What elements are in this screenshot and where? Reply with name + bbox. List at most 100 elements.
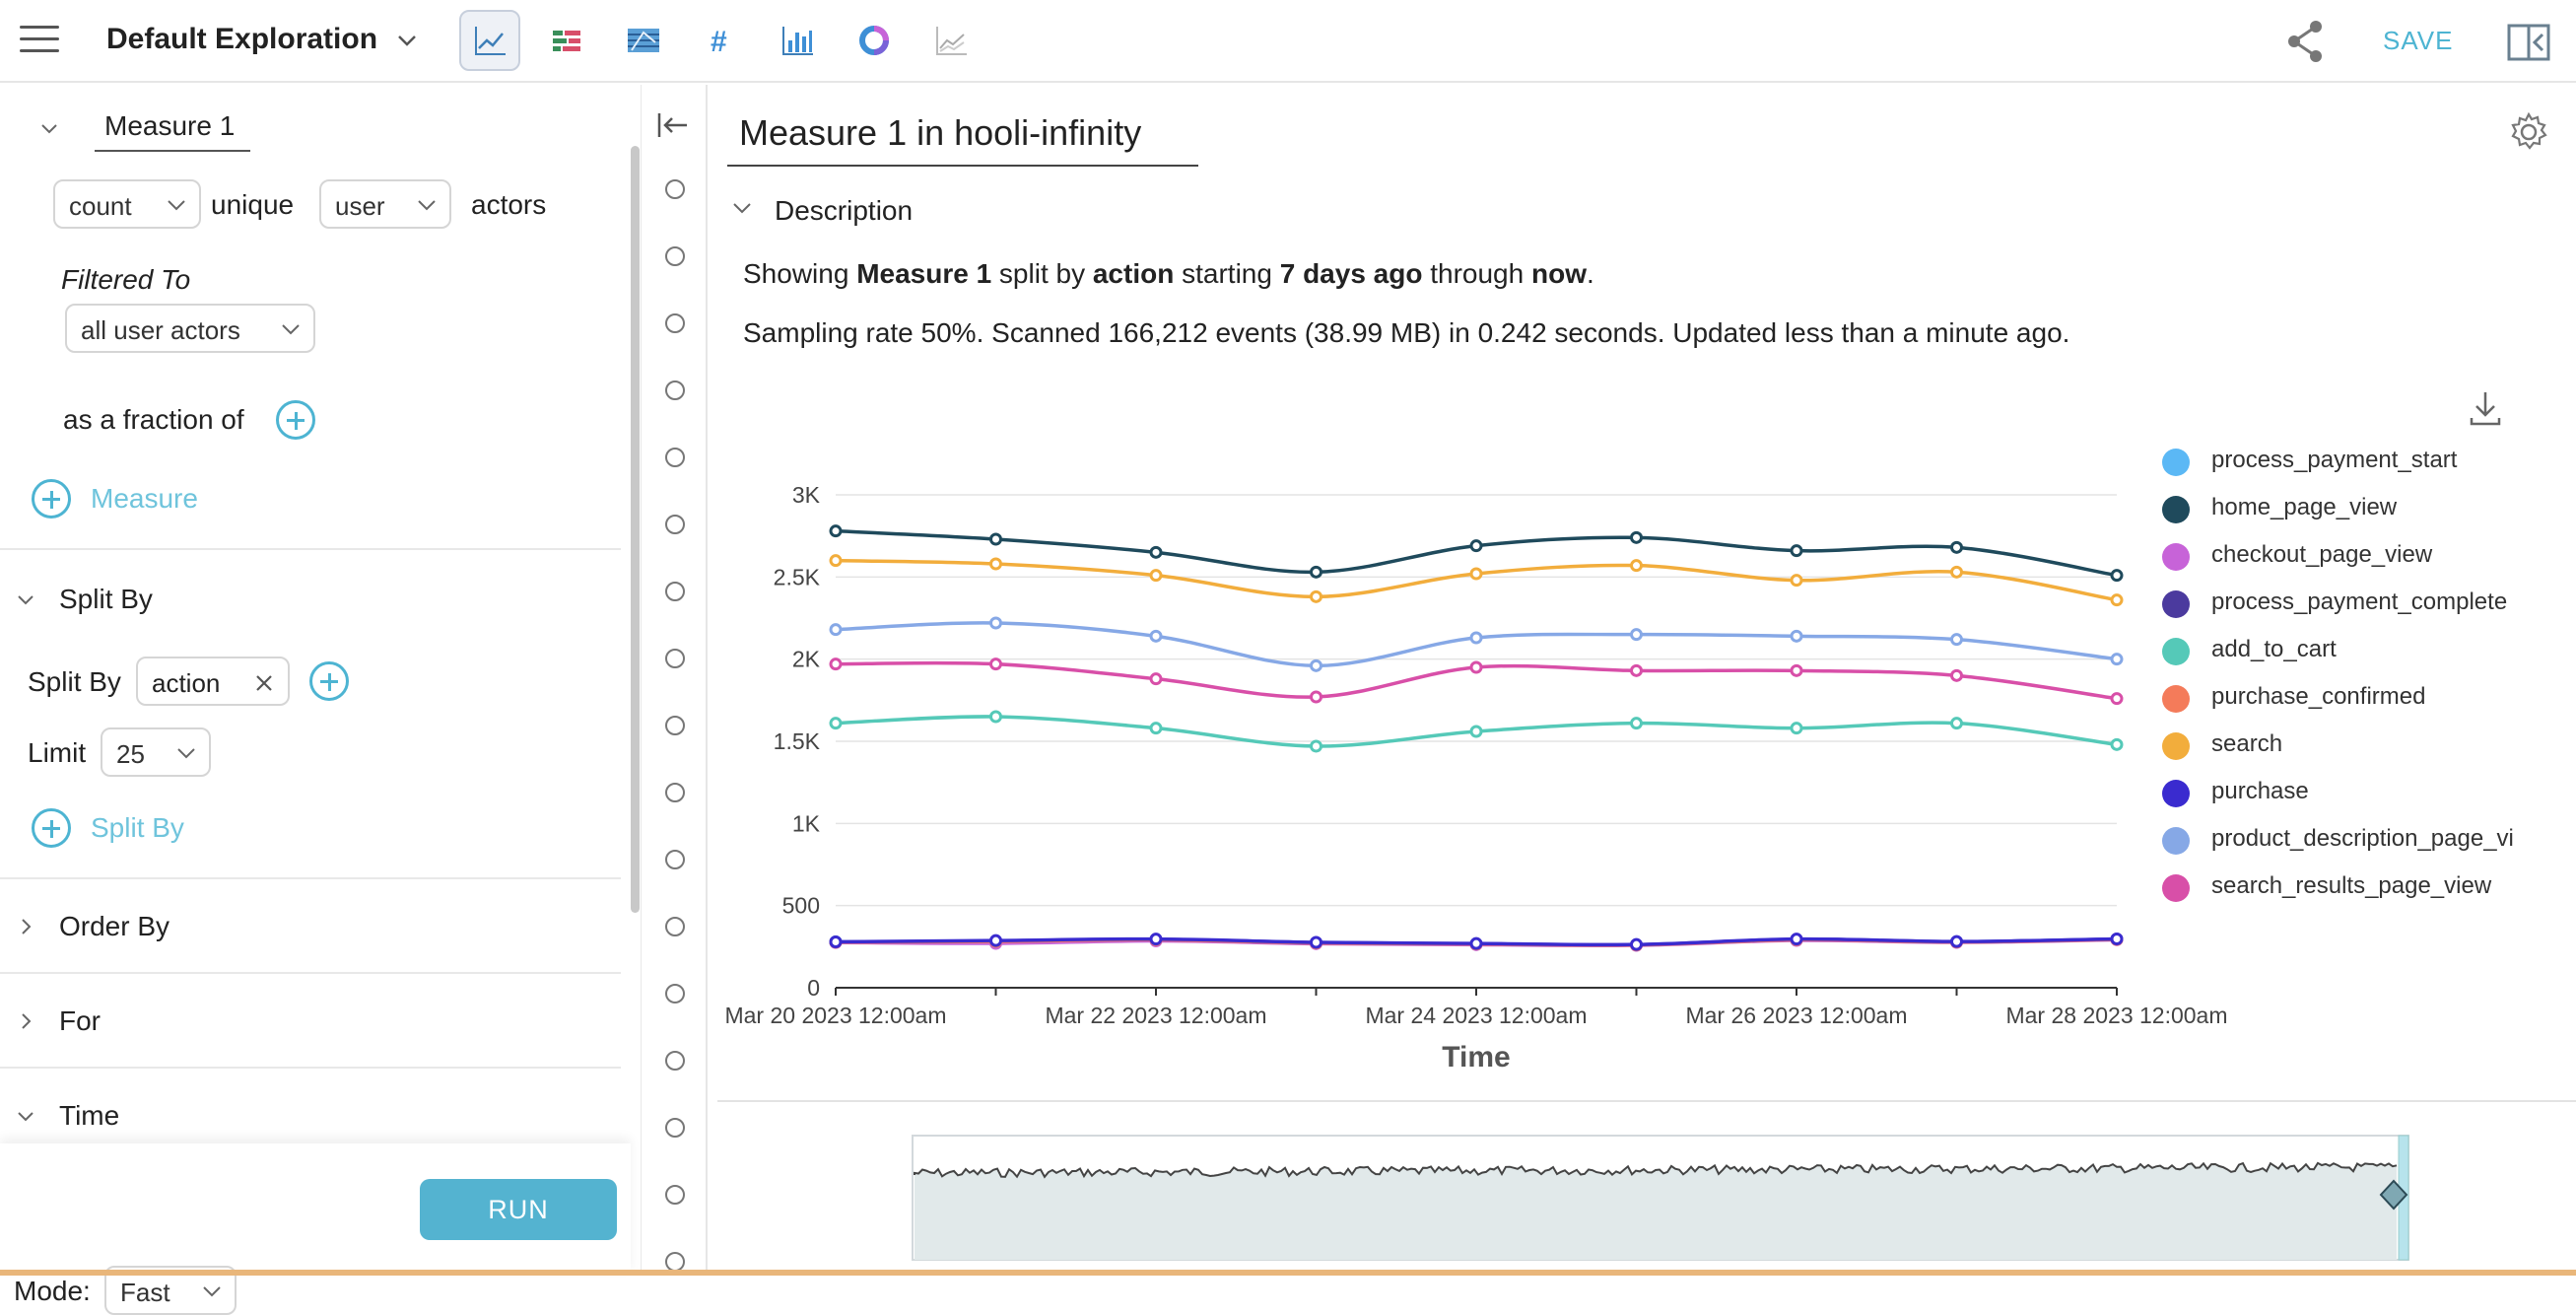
divider [0, 877, 621, 879]
step-marker[interactable] [665, 716, 685, 735]
heatmap-button[interactable] [613, 10, 674, 71]
legend-label: purchase_confirmed [2211, 683, 2426, 710]
step-marker[interactable] [665, 246, 685, 266]
donut-chart-button[interactable] [844, 10, 905, 71]
top-bar: Default Exploration # SAVE [0, 0, 2576, 83]
chevron-down-icon[interactable] [14, 1104, 37, 1128]
step-marker[interactable] [665, 783, 685, 802]
divider [0, 972, 621, 974]
actor-type-value: user [335, 191, 385, 221]
close-icon[interactable] [254, 673, 274, 693]
heatmap-icon [628, 29, 659, 52]
split-by-value: action [152, 668, 221, 698]
add-split-icon[interactable] [309, 661, 349, 701]
add-fraction-icon[interactable] [276, 400, 315, 440]
collapse-panel-icon[interactable] [655, 110, 691, 140]
step-marker[interactable] [665, 515, 685, 534]
left-panel-scrollbar[interactable] [631, 146, 640, 913]
step-marker[interactable] [665, 1252, 685, 1272]
bar-chart-button[interactable] [767, 10, 828, 71]
window-edge [0, 1270, 2576, 1276]
chevron-down-icon [418, 200, 436, 211]
step-marker[interactable] [665, 649, 685, 668]
step-marker[interactable] [665, 1185, 685, 1205]
bar-chart-icon [782, 27, 813, 55]
measure-name[interactable]: Measure 1 [104, 110, 235, 142]
step-marker[interactable] [665, 917, 685, 936]
download-icon[interactable] [2468, 388, 2503, 428]
step-marker[interactable] [665, 984, 685, 1004]
legend-swatch [2162, 543, 2190, 571]
chevron-down-icon [177, 748, 195, 759]
step-marker[interactable] [665, 448, 685, 467]
limit-label: Limit [28, 737, 87, 768]
filter-select[interactable]: all user actors [65, 304, 315, 353]
legend-swatch [2162, 827, 2190, 855]
save-button[interactable]: SAVE [2383, 26, 2453, 56]
step-rail [641, 85, 708, 1276]
split-by-section-header[interactable]: Split By [59, 584, 153, 615]
legend-label: checkout_page_view [2211, 541, 2433, 568]
step-marker[interactable] [665, 313, 685, 333]
step-marker[interactable] [665, 1118, 685, 1138]
chevron-right-icon[interactable] [14, 915, 37, 938]
sparkline-button[interactable] [920, 10, 982, 71]
limit-select[interactable]: 25 [101, 727, 211, 777]
legend-label: search_results_page_view [2211, 872, 2492, 899]
split-by-tag[interactable]: action [136, 657, 290, 706]
add-split-by-icon[interactable] [32, 808, 71, 848]
description-toggle[interactable]: Description [775, 195, 913, 227]
legend-swatch [2162, 449, 2190, 476]
panel-toggle-icon[interactable] [2507, 24, 2550, 61]
chevron-right-icon[interactable] [14, 1009, 37, 1033]
legend-label: product_description_page_vi [2211, 825, 2514, 852]
step-marker[interactable] [665, 850, 685, 869]
legend-swatch [2162, 590, 2190, 618]
donut-chart-icon [859, 26, 889, 55]
menu-icon[interactable] [18, 22, 61, 57]
add-measure-button[interactable]: Measure [91, 483, 198, 515]
for-section-header[interactable]: For [59, 1005, 101, 1037]
main-panel: Measure 1 in hooli-infinity Description … [710, 85, 2576, 1276]
step-marker[interactable] [665, 381, 685, 400]
add-measure-icon[interactable] [32, 479, 71, 519]
chevron-down-icon[interactable] [729, 195, 755, 221]
description-stats: Sampling rate 50%. Scanned 166,212 event… [743, 317, 2070, 348]
time-brush-navigator[interactable] [911, 1134, 2410, 1262]
actor-type-select[interactable]: user [319, 179, 451, 229]
time-section-header[interactable]: Time [59, 1100, 119, 1132]
step-marker[interactable] [665, 179, 685, 199]
chevron-down-icon[interactable] [37, 116, 61, 140]
step-marker[interactable] [665, 1051, 685, 1071]
chevron-down-icon[interactable] [392, 26, 422, 55]
share-icon[interactable] [2284, 18, 2328, 65]
chevron-down-icon[interactable] [14, 588, 37, 611]
number-icon: # [711, 26, 727, 58]
table-view-button[interactable] [536, 10, 597, 71]
add-split-by-button[interactable]: Split By [91, 812, 184, 844]
legend-swatch [2162, 685, 2190, 713]
order-by-section-header[interactable]: Order By [59, 911, 169, 942]
gear-icon[interactable] [2507, 110, 2550, 154]
legend-swatch [2162, 732, 2190, 760]
legend-label: process_payment_complete [2211, 588, 2508, 615]
filter-value: all user actors [81, 315, 240, 345]
fraction-label: as a fraction of [63, 404, 244, 435]
legend-label: process_payment_start [2211, 447, 2458, 473]
svg-text:#: # [711, 26, 727, 58]
legend-swatch [2162, 496, 2190, 523]
aggregation-select[interactable]: count [53, 179, 201, 229]
line-chart-button[interactable] [459, 10, 520, 71]
stacked-bar-icon [553, 31, 580, 51]
step-marker[interactable] [665, 582, 685, 601]
run-button[interactable]: RUN [420, 1179, 617, 1240]
legend-swatch [2162, 638, 2190, 665]
measure-name-underline [95, 150, 250, 152]
exploration-title[interactable]: Default Exploration [106, 23, 377, 56]
legend-label: purchase [2211, 778, 2309, 804]
legend-label: search [2211, 730, 2283, 757]
chart-title[interactable]: Measure 1 in hooli-infinity [739, 112, 1141, 154]
unique-label: unique [211, 189, 295, 220]
number-button[interactable]: # [690, 10, 751, 71]
description-summary: Showing Measure 1 split by action starti… [743, 258, 1594, 289]
